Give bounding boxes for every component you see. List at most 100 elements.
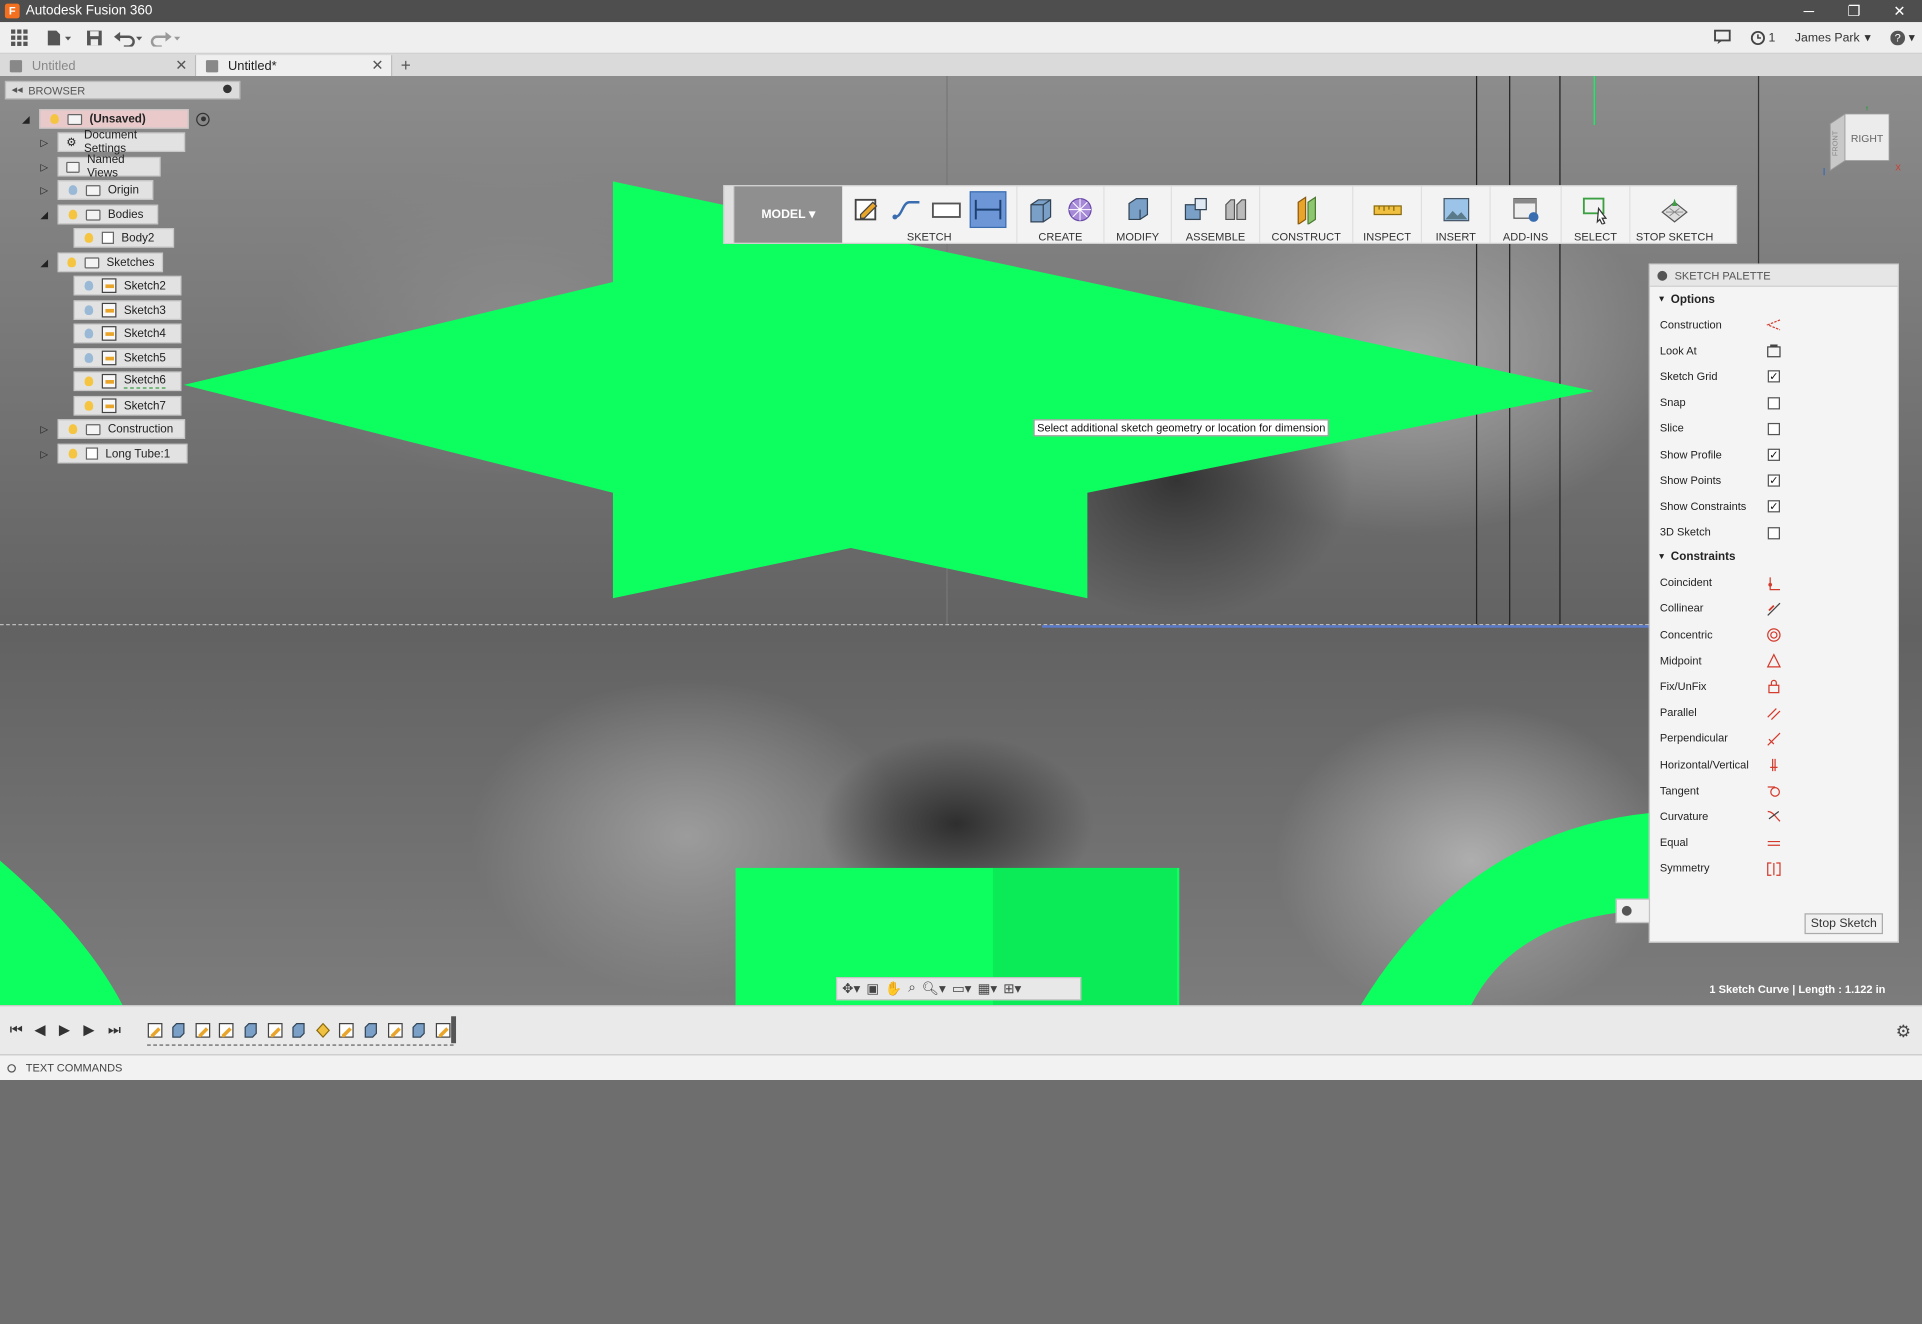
option-look-at[interactable]: Look At bbox=[1650, 337, 1898, 363]
option-sketch-grid[interactable]: Sketch Grid ✓ bbox=[1650, 363, 1898, 389]
constraint-equal[interactable]: Equal bbox=[1650, 829, 1898, 855]
timeline-settings-gear-icon[interactable]: ⚙ bbox=[1896, 1021, 1911, 1042]
grid-settings-icon[interactable]: ▦▾ bbox=[978, 981, 998, 997]
minimize-icon[interactable]: ─ bbox=[1786, 0, 1831, 22]
sketch-dimension-icon[interactable] bbox=[969, 191, 1007, 229]
form-icon[interactable] bbox=[1064, 194, 1096, 226]
timeline-sketch-icon[interactable] bbox=[386, 1021, 403, 1038]
collapse-icon[interactable]: ◢ bbox=[20, 113, 32, 125]
undo-icon[interactable] bbox=[110, 24, 147, 51]
constraint-curvature[interactable]: Curvature bbox=[1650, 803, 1898, 829]
snap-checkbox[interactable] bbox=[1767, 396, 1780, 409]
go-to-end-icon[interactable]: ⏭ bbox=[108, 1021, 121, 1039]
constraint-horizontal-vertical[interactable]: Horizontal/Vertical bbox=[1650, 751, 1898, 777]
show-profile-checkbox[interactable]: ✓ bbox=[1767, 448, 1780, 461]
step-back-icon[interactable]: ◀︎ bbox=[34, 1021, 45, 1038]
browser-item-sketch4[interactable]: Sketch4 bbox=[73, 322, 182, 344]
stop-sketch-button[interactable]: Stop Sketch bbox=[1804, 913, 1883, 935]
constraints-section-header[interactable]: ▼ Constraints bbox=[1650, 545, 1898, 570]
construct-group[interactable]: CONSTRUCT bbox=[1260, 186, 1354, 243]
pin-panel-button[interactable] bbox=[1615, 898, 1651, 924]
create-sketch-icon[interactable] bbox=[852, 194, 884, 226]
show-points-checkbox[interactable]: ✓ bbox=[1767, 474, 1780, 487]
select-icon[interactable] bbox=[1580, 194, 1612, 226]
timeline-sketch-icon[interactable] bbox=[266, 1021, 283, 1038]
help-icon[interactable]: ? ▾ bbox=[1890, 30, 1915, 46]
timeline-sketch-icon[interactable] bbox=[146, 1021, 163, 1038]
extrude-icon[interactable] bbox=[1025, 194, 1057, 226]
3d-sketch-checkbox[interactable] bbox=[1767, 526, 1780, 539]
press-pull-icon[interactable] bbox=[1122, 194, 1154, 226]
palette-collapse-icon[interactable] bbox=[1657, 270, 1668, 281]
construction-icon[interactable] bbox=[1765, 316, 1782, 333]
expand-icon[interactable]: ▷ bbox=[38, 136, 50, 148]
constraint-concentric[interactable]: Concentric bbox=[1650, 622, 1898, 648]
parallel-icon[interactable] bbox=[1765, 704, 1782, 721]
expand-icon[interactable]: ▷ bbox=[38, 184, 50, 196]
activate-radio-icon[interactable] bbox=[196, 112, 210, 126]
option-slice[interactable]: Slice bbox=[1650, 415, 1898, 441]
sketch-group[interactable]: SKETCH bbox=[842, 186, 1018, 243]
browser-item-document-settings[interactable]: ▷ ⚙ Document Settings bbox=[38, 129, 186, 156]
new-component-icon[interactable] bbox=[1180, 194, 1212, 226]
tangent-icon[interactable] bbox=[1765, 782, 1782, 799]
look-at-nav-icon[interactable]: ▣ bbox=[866, 981, 879, 997]
zoom-icon[interactable]: 🔍︎▾ bbox=[922, 981, 946, 997]
browser-item-long-tube[interactable]: ▷ Long Tube:1 bbox=[38, 443, 188, 465]
collinear-icon[interactable] bbox=[1765, 601, 1782, 618]
visibility-bulb-icon[interactable] bbox=[66, 183, 78, 198]
visibility-bulb-icon[interactable] bbox=[82, 398, 94, 413]
timeline-extrude-icon[interactable] bbox=[290, 1021, 307, 1038]
browser-options-icon[interactable] bbox=[223, 84, 232, 94]
palette-header[interactable]: SKETCH PALETTE bbox=[1650, 264, 1898, 287]
step-forward-icon[interactable]: ▶︎ bbox=[83, 1021, 94, 1038]
perpendicular-icon[interactable] bbox=[1765, 730, 1782, 747]
timeline-sketch-icon[interactable] bbox=[194, 1021, 211, 1038]
stop-sketch-group[interactable]: STOP SKETCH bbox=[1630, 186, 1718, 243]
visibility-bulb-icon[interactable] bbox=[66, 207, 78, 222]
browser-item-sketch2[interactable]: Sketch2 bbox=[73, 275, 182, 297]
visibility-bulb-icon[interactable] bbox=[82, 351, 94, 366]
visibility-bulb-icon[interactable] bbox=[82, 374, 94, 389]
close-tab-icon[interactable]: ✕ bbox=[175, 56, 187, 73]
user-menu[interactable]: James Park ▾ bbox=[1795, 31, 1871, 44]
viewports-icon[interactable]: ⊞▾ bbox=[1003, 981, 1021, 997]
timeline-extrude-icon[interactable] bbox=[410, 1021, 427, 1038]
job-status[interactable]: 1 bbox=[1750, 30, 1775, 46]
symmetry-icon[interactable] bbox=[1765, 860, 1782, 877]
orbit-icon[interactable]: ✥▾ bbox=[842, 981, 860, 997]
redo-icon[interactable] bbox=[147, 24, 184, 51]
tab-untitled[interactable]: Untitled ✕ bbox=[0, 55, 197, 77]
browser-item-sketch3[interactable]: Sketch3 bbox=[73, 299, 182, 321]
close-tab-icon[interactable]: ✕ bbox=[371, 56, 383, 73]
visibility-bulb-icon[interactable] bbox=[82, 303, 94, 318]
visibility-bulb-icon[interactable] bbox=[66, 446, 78, 461]
constraint-midpoint[interactable]: Midpoint bbox=[1650, 648, 1898, 674]
assemble-group[interactable]: ASSEMBLE bbox=[1172, 186, 1261, 243]
display-settings-icon[interactable]: ▭▾ bbox=[952, 981, 972, 997]
option-show-profile[interactable]: Show Profile ✓ bbox=[1650, 441, 1898, 467]
timeline-extrude-icon[interactable] bbox=[170, 1021, 187, 1038]
scripts-addins-icon[interactable] bbox=[1510, 194, 1542, 226]
browser-item-sketch5[interactable]: Sketch5 bbox=[73, 347, 182, 369]
ribbon-grip[interactable] bbox=[724, 186, 735, 243]
expand-icon[interactable]: ▷ bbox=[38, 161, 50, 173]
root-component[interactable]: (Unsaved) bbox=[39, 109, 189, 129]
visibility-bulb-icon[interactable] bbox=[48, 112, 60, 127]
browser-item-sketch7[interactable]: Sketch7 bbox=[73, 395, 182, 417]
add-ins-group[interactable]: ADD-INS bbox=[1491, 186, 1562, 243]
lock-icon[interactable] bbox=[1765, 678, 1782, 695]
data-panel-grid-icon[interactable] bbox=[0, 24, 39, 51]
midpoint-icon[interactable] bbox=[1765, 652, 1782, 669]
new-tab-icon[interactable]: + bbox=[392, 55, 419, 76]
visibility-bulb-icon[interactable] bbox=[82, 278, 94, 293]
browser-item-bodies[interactable]: ◢ Bodies bbox=[38, 203, 159, 225]
options-section-header[interactable]: ▼ Options bbox=[1650, 287, 1898, 312]
timeline-sketch-icon[interactable] bbox=[434, 1021, 451, 1038]
collapse-panel-icon[interactable]: ◂◂ bbox=[6, 83, 28, 96]
expand-text-commands-icon[interactable] bbox=[7, 1063, 16, 1073]
constraint-symmetry[interactable]: Symmetry bbox=[1650, 855, 1898, 881]
equal-icon[interactable] bbox=[1765, 834, 1782, 851]
constraint-tangent[interactable]: Tangent bbox=[1650, 777, 1898, 803]
save-icon[interactable] bbox=[78, 24, 110, 51]
